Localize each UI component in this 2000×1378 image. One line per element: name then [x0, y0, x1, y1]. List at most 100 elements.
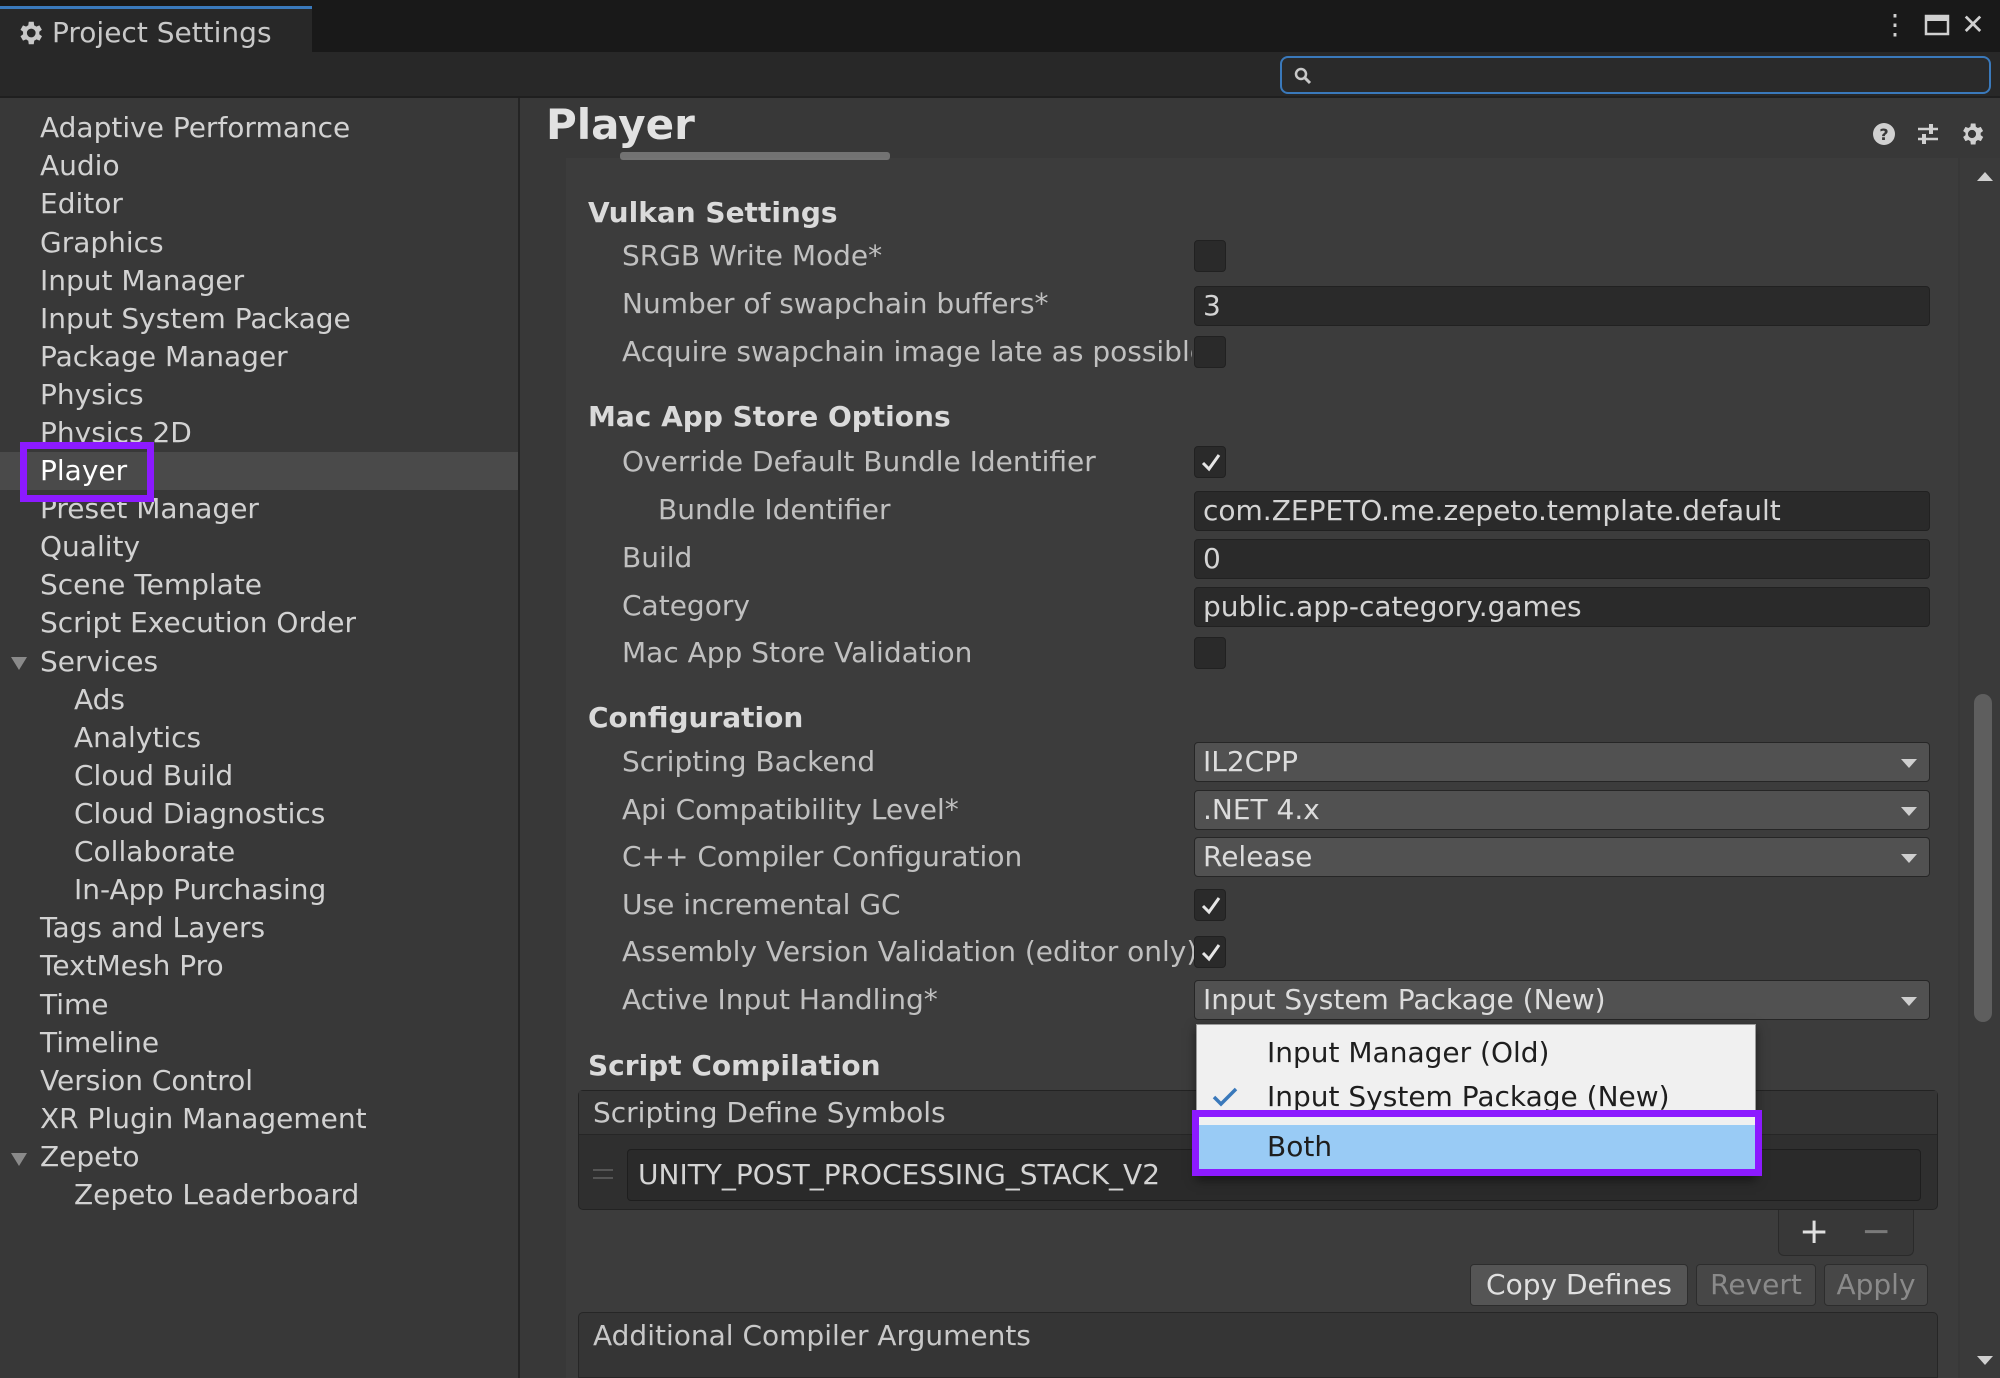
cpp-compiler-dropdown[interactable]: Release [1194, 837, 1930, 877]
sidebar-item-graphics[interactable]: Graphics [40, 224, 164, 262]
sidebar-item-timeline[interactable]: Timeline [40, 1024, 159, 1062]
page-title: Player [546, 100, 695, 149]
mac-validation-checkbox[interactable] [1194, 637, 1226, 669]
preset-sliders-icon[interactable] [1914, 120, 1942, 148]
checkmark-icon [1201, 944, 1221, 962]
maximize-icon[interactable] [1922, 10, 1952, 40]
sidebar-item-quality[interactable]: Quality [40, 528, 140, 566]
revert-button[interactable]: Revert [1696, 1264, 1816, 1306]
incremental-gc-label: Use incremental GC [622, 888, 901, 921]
sidebar-item-cloud-build[interactable]: Cloud Build [74, 757, 233, 795]
sidebar-item-editor[interactable]: Editor [40, 185, 123, 223]
player-highlight-outline [20, 442, 154, 502]
add-define-button[interactable]: + [1799, 1212, 1829, 1252]
sidebar-item-collaborate[interactable]: Collaborate [74, 833, 235, 871]
help-icon[interactable]: ? [1870, 120, 1898, 148]
menu-item-input-manager-old[interactable]: Input Manager (Old) [1197, 1031, 1755, 1075]
menu-item-label: Input System Package (New) [1267, 1080, 1670, 1113]
configuration-header[interactable]: Configuration [588, 701, 803, 734]
checkmark-icon [1201, 897, 1221, 915]
list-add-remove-controls: + − [1778, 1210, 1914, 1256]
sidebar-item-time[interactable]: Time [40, 986, 109, 1024]
checkmark-icon [1201, 454, 1221, 472]
cpp-compiler-value: Release [1203, 840, 1313, 873]
script-compilation-header[interactable]: Script Compilation [588, 1049, 881, 1082]
active-input-handling-label: Active Input Handling* [622, 983, 938, 1016]
incremental-gc-checkbox[interactable] [1194, 889, 1226, 921]
dropdown-arrow-icon [1901, 997, 1917, 1006]
settings-gear-icon[interactable] [1958, 120, 1986, 148]
sidebar-item-services[interactable]: Services [40, 643, 158, 681]
gear-icon [20, 21, 42, 45]
mac-validation-label: Mac App Store Validation [622, 636, 973, 669]
checkmark-icon [1212, 1087, 1238, 1107]
scroll-up-arrow-icon[interactable] [1977, 172, 1993, 181]
dropdown-arrow-icon [1901, 854, 1917, 863]
sidebar-item-scene-template[interactable]: Scene Template [40, 566, 262, 604]
search-icon [1294, 67, 1312, 85]
sidebar-item-input-system-package[interactable]: Input System Package [40, 300, 351, 338]
drag-handle-icon[interactable] [593, 1169, 613, 1179]
acquire-swapchain-checkbox[interactable] [1194, 336, 1226, 368]
mac-app-store-header[interactable]: Mac App Store Options [588, 400, 951, 433]
scripting-backend-label: Scripting Backend [622, 745, 876, 778]
sidebar-item-in-app-purchasing[interactable]: In-App Purchasing [74, 871, 326, 909]
additional-compiler-arguments-header: Additional Compiler Arguments [578, 1312, 1938, 1378]
sidebar-item-package-manager[interactable]: Package Manager [40, 338, 288, 376]
swapchain-buffers-label: Number of swapchain buffers* [622, 287, 1049, 320]
bundle-identifier-field[interactable]: com.ZEPETO.me.zepeto.template.default [1194, 491, 1930, 531]
sidebar-item-version-control[interactable]: Version Control [40, 1062, 253, 1100]
sidebar-item-tags-and-layers[interactable]: Tags and Layers [40, 909, 265, 947]
apply-button[interactable]: Apply [1824, 1264, 1928, 1306]
category-label: Category [622, 589, 750, 622]
override-bundle-checkbox[interactable] [1194, 446, 1226, 478]
scripting-backend-dropdown[interactable]: IL2CPP [1194, 742, 1930, 782]
remove-define-button[interactable]: − [1861, 1212, 1891, 1252]
title-bar: Project Settings ⋮ ✕ [0, 0, 2000, 52]
sidebar-item-physics[interactable]: Physics [40, 376, 144, 414]
close-icon[interactable]: ✕ [1958, 10, 1988, 40]
srgb-write-mode-label: SRGB Write Mode* [622, 239, 883, 272]
dropdown-arrow-icon [1901, 807, 1917, 816]
search-input[interactable] [1280, 56, 1991, 94]
scrollbar-thumb[interactable] [1974, 694, 1992, 1022]
api-compatibility-dropdown[interactable]: .NET 4.x [1194, 790, 1930, 830]
window-title: Project Settings [52, 16, 272, 49]
vulkan-settings-header[interactable]: Vulkan Settings [588, 196, 838, 229]
bundle-identifier-label: Bundle Identifier [658, 493, 891, 526]
build-field[interactable]: 0 [1194, 539, 1930, 579]
scripting-backend-value: IL2CPP [1203, 745, 1298, 778]
active-input-handling-dropdown[interactable]: Input System Package (New) [1194, 980, 1930, 1020]
srgb-write-mode-checkbox[interactable] [1194, 240, 1226, 272]
sidebar-item-audio[interactable]: Audio [40, 147, 120, 185]
copy-defines-button[interactable]: Copy Defines [1470, 1264, 1688, 1306]
sidebar-item-script-execution-order[interactable]: Script Execution Order [40, 604, 356, 642]
menu-item-label: Input Manager (Old) [1267, 1036, 1550, 1069]
scrolled-off-row [620, 152, 890, 160]
expand-triangle-icon[interactable] [11, 1153, 27, 1166]
expand-triangle-icon[interactable] [11, 657, 27, 670]
sidebar-item-adaptive-performance[interactable]: Adaptive Performance [40, 109, 350, 147]
category-field[interactable]: public.app-category.games [1194, 587, 1930, 627]
svg-text:?: ? [1879, 125, 1888, 144]
sidebar-item-xr-plugin-management[interactable]: XR Plugin Management [40, 1100, 367, 1138]
cpp-compiler-label: C++ Compiler Configuration [622, 840, 1023, 873]
sidebar-item-cloud-diagnostics[interactable]: Cloud Diagnostics [74, 795, 325, 833]
swapchain-buffers-field[interactable]: 3 [1194, 286, 1930, 326]
sidebar-item-zepeto[interactable]: Zepeto [40, 1138, 140, 1176]
window-tab[interactable]: Project Settings [0, 6, 312, 52]
dropdown-arrow-icon [1901, 759, 1917, 768]
sidebar-item-analytics[interactable]: Analytics [74, 719, 201, 757]
scroll-down-arrow-icon[interactable] [1977, 1356, 1993, 1365]
sidebar-item-ads[interactable]: Ads [74, 681, 125, 719]
kebab-menu-icon[interactable]: ⋮ [1880, 10, 1910, 40]
override-bundle-label: Override Default Bundle Identifier [622, 445, 1096, 478]
sidebar-item-textmesh-pro[interactable]: TextMesh Pro [40, 947, 224, 985]
build-label: Build [622, 541, 693, 574]
sidebar-item-zepeto-leaderboard[interactable]: Zepeto Leaderboard [74, 1176, 359, 1214]
assembly-validation-label: Assembly Version Validation (editor only… [622, 935, 1198, 968]
toolbar [0, 52, 2000, 98]
sidebar-item-input-manager[interactable]: Input Manager [40, 262, 244, 300]
assembly-validation-checkbox[interactable] [1194, 936, 1226, 968]
acquire-swapchain-label: Acquire swapchain image late as possible [622, 335, 1192, 368]
